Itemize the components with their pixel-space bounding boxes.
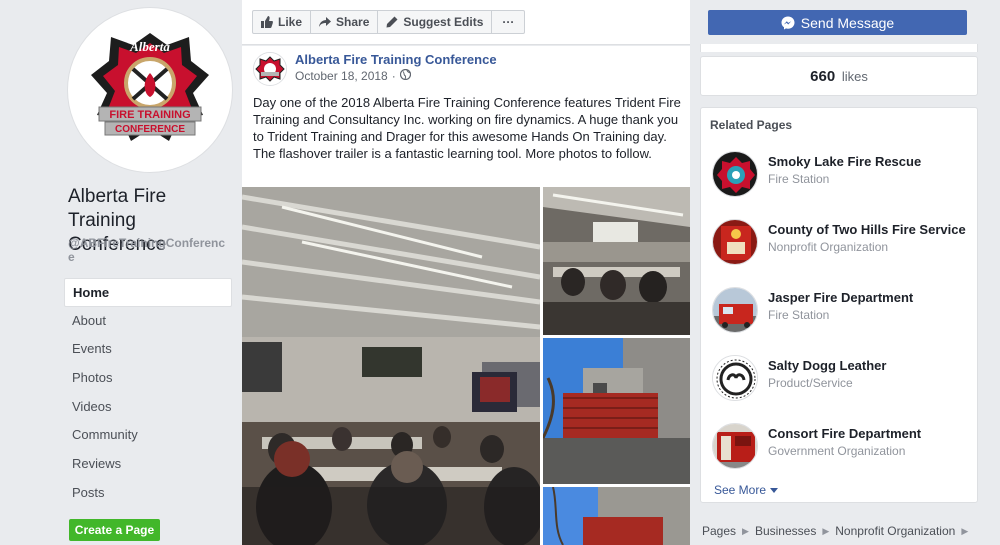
- left-column: Alberta FIRE TRAINING CONFERENCE Alberta…: [0, 0, 240, 545]
- post-photo-trailer-2[interactable]: [543, 487, 690, 545]
- breadcrumb: Pages ▶ Businesses ▶ Nonprofit Organizat…: [702, 524, 974, 538]
- post-body-text: Day one of the 2018 Alberta Fire Trainin…: [253, 95, 681, 161]
- related-page-item[interactable]: Smoky Lake Fire Rescue Fire Station: [712, 151, 972, 201]
- related-page-category: Fire Station: [768, 308, 830, 322]
- create-page-button[interactable]: Create a Page: [69, 519, 160, 541]
- logo-top-text: Alberta: [129, 39, 170, 54]
- share-button[interactable]: Share: [310, 10, 379, 34]
- breadcrumb-separator-icon: ▶: [822, 525, 830, 536]
- likes-label: likes: [841, 69, 868, 84]
- post-author-avatar[interactable]: [253, 52, 287, 86]
- page-handle[interactable]: @ABFireTrainingConference: [68, 236, 228, 264]
- nav-item-photos[interactable]: Photos: [64, 364, 232, 393]
- share-arrow-icon: [319, 16, 332, 28]
- nav-item-posts[interactable]: Posts: [64, 479, 232, 508]
- related-page-item[interactable]: Jasper Fire Department Fire Station: [712, 287, 972, 337]
- suggest-edits-button[interactable]: Suggest Edits: [377, 10, 493, 34]
- related-page-category: Nonprofit Organization: [768, 240, 889, 254]
- related-page-category: Fire Station: [768, 172, 830, 186]
- related-page-name: Jasper Fire Department: [768, 290, 914, 305]
- related-page-name: County of Two Hills Fire Service: [768, 222, 966, 237]
- post-photo-classroom-main[interactable]: [242, 187, 540, 545]
- post-author-name[interactable]: Alberta Fire Training Conference: [295, 52, 497, 67]
- nav-item-about[interactable]: About: [64, 307, 232, 336]
- nav-item-home[interactable]: Home: [64, 278, 232, 307]
- related-page-name: Salty Dogg Leather: [768, 358, 887, 373]
- nav-item-events[interactable]: Events: [64, 335, 232, 364]
- logo-line1-text: FIRE TRAINING: [109, 109, 190, 121]
- page-nav: Home About Events Photos Videos Communit…: [64, 278, 232, 508]
- like-button[interactable]: Like: [252, 10, 312, 34]
- likes-card: 660 likes: [700, 56, 978, 96]
- messenger-icon: [781, 16, 795, 30]
- related-pages-card: Related Pages Smoky Lake Fire Rescue Fir…: [700, 107, 978, 503]
- send-message-button[interactable]: Send Message: [708, 10, 967, 35]
- suggest-edits-label: Suggest Edits: [403, 15, 484, 29]
- post-date[interactable]: October 18, 2018: [295, 69, 388, 83]
- chevron-down-icon: [770, 487, 779, 493]
- thumbs-up-icon: [261, 16, 273, 28]
- logo-line2-text: CONFERENCE: [115, 124, 185, 135]
- likes-count: 660: [810, 68, 836, 85]
- see-more-link[interactable]: See More: [714, 483, 779, 497]
- page-action-bar: Like Share Suggest Edits ···: [242, 0, 690, 45]
- breadcrumb-separator-icon: ▶: [742, 525, 749, 536]
- post-meta: October 18, 2018 ·: [295, 68, 411, 83]
- related-page-name: Consort Fire Department: [768, 426, 922, 441]
- related-page-name: Smoky Lake Fire Rescue: [768, 154, 922, 169]
- breadcrumb-separator-icon: ▶: [961, 525, 969, 536]
- related-pages-title: Related Pages: [710, 118, 793, 132]
- profile-picture[interactable]: Alberta FIRE TRAINING CONFERENCE: [68, 8, 232, 172]
- nav-item-videos[interactable]: Videos: [64, 393, 232, 422]
- breadcrumb-businesses[interactable]: Businesses: [755, 524, 816, 538]
- breadcrumb-pages[interactable]: Pages: [702, 524, 736, 538]
- related-page-thumbnail: [712, 287, 758, 333]
- related-page-category: Government Organization: [768, 444, 906, 458]
- related-page-item[interactable]: County of Two Hills Fire Service Nonprof…: [712, 219, 972, 269]
- globe-icon: [399, 68, 411, 83]
- about-card-edge: [700, 44, 978, 52]
- post-card: Alberta Fire Training Conference October…: [242, 46, 690, 545]
- related-page-thumbnail: [712, 151, 758, 197]
- related-page-thumbnail: [712, 219, 758, 265]
- related-page-category: Product/Service: [768, 376, 853, 390]
- related-page-item[interactable]: Consort Fire Department Government Organ…: [712, 423, 972, 473]
- see-more-label: See More: [714, 483, 767, 497]
- breadcrumb-nonprofit[interactable]: Nonprofit Organization: [835, 524, 955, 538]
- related-page-thumbnail: [712, 355, 758, 401]
- related-page-item[interactable]: Salty Dogg Leather Product/Service: [712, 355, 972, 405]
- post-photo-classroom-2[interactable]: [543, 187, 690, 335]
- pencil-icon: [386, 16, 398, 28]
- more-options-button[interactable]: ···: [491, 10, 526, 34]
- related-page-thumbnail: [712, 423, 758, 469]
- nav-item-community[interactable]: Community: [64, 421, 232, 450]
- post-photo-flashover-trailer[interactable]: [543, 338, 690, 484]
- like-label: Like: [278, 15, 303, 29]
- meta-separator: ·: [391, 69, 396, 83]
- more-dots-icon: ···: [502, 15, 515, 29]
- share-label: Share: [336, 15, 370, 29]
- conference-logo: Alberta FIRE TRAINING CONFERENCE: [71, 11, 229, 169]
- send-message-label: Send Message: [800, 14, 895, 31]
- nav-item-reviews[interactable]: Reviews: [64, 450, 232, 479]
